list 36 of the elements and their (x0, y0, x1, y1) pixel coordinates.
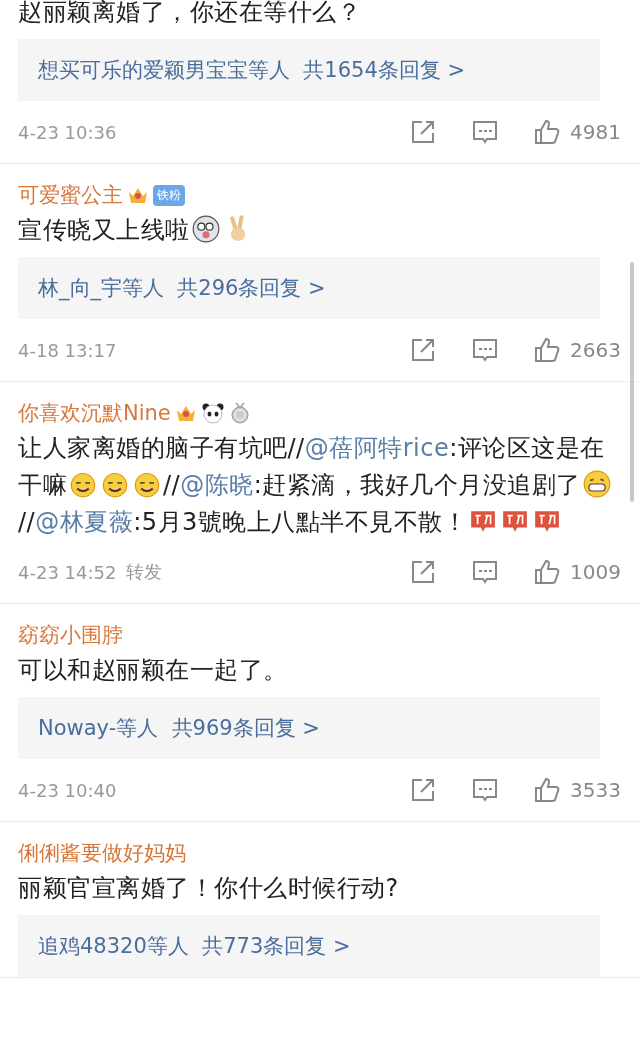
smug-emoji-icon (133, 470, 161, 498)
replies-button[interactable]: Noway-等人 共969条回复 > (18, 697, 600, 759)
mention-link[interactable]: @蓓阿特rice (304, 434, 450, 462)
like-icon[interactable] (532, 775, 562, 805)
comment-text: 让人家离婚的脑子有坑吧//@蓓阿特rice:评论区这是在干嘛 //@陈晓:赶紧滴，我好几个月没追剧了 //@林夏薇:5月3號晚上八點半不見不散！ (18, 430, 622, 541)
like-icon[interactable] (532, 335, 562, 365)
like-icon[interactable] (532, 117, 562, 147)
comment-text: 可以和赵丽颖在一起了。 (18, 655, 289, 686)
grin-emoji-icon (582, 470, 611, 498)
comment-time: 4-23 14:52 (18, 561, 117, 583)
replies-button[interactable]: 林_向_宇等人 共296条回复 > (18, 257, 600, 319)
like-count: 3533 (570, 778, 622, 802)
user-name[interactable]: 可爱蜜公主 (18, 181, 123, 209)
like-count: 4981 (570, 120, 622, 144)
comment-text: 赵丽颖离婚了，你还在等什么？ (18, 0, 362, 28)
comment-text: 丽颖官宣离婚了！你什么时候行动? (18, 873, 400, 904)
like-count: 1009 (570, 560, 622, 584)
dog-emoji-icon (191, 215, 220, 243)
user-name[interactable]: 窈窈小围脖 (18, 621, 123, 649)
comment-time: 4-23 10:36 (18, 121, 117, 143)
mention-link[interactable]: @林夏薇 (35, 508, 134, 536)
user-name[interactable]: 俐俐酱要做好妈妈 (18, 839, 186, 867)
comment-time: 4-23 10:40 (18, 779, 117, 801)
like-count: 2663 (570, 338, 622, 362)
repost-label: 转发 (126, 560, 163, 584)
like-icon[interactable] (532, 557, 562, 587)
fan-badge: 铁粉 (153, 184, 185, 206)
comment-time: 4-18 13:17 (18, 339, 117, 361)
replies-button[interactable]: 追鸡48320等人 共773条回复 > (18, 915, 600, 977)
comment-text: 宣传晓又上线啦 (18, 212, 622, 249)
panda-icon (200, 401, 225, 425)
user-name[interactable]: 你喜欢沉默Nine (18, 399, 171, 427)
smug-emoji-icon (69, 470, 97, 498)
replies-button[interactable]: 想买可乐的爱颖男宝宝等人 共1654条回复 > (18, 39, 600, 101)
smug-emoji-icon (101, 470, 129, 498)
mention-link[interactable]: @陈晓 (180, 471, 254, 499)
